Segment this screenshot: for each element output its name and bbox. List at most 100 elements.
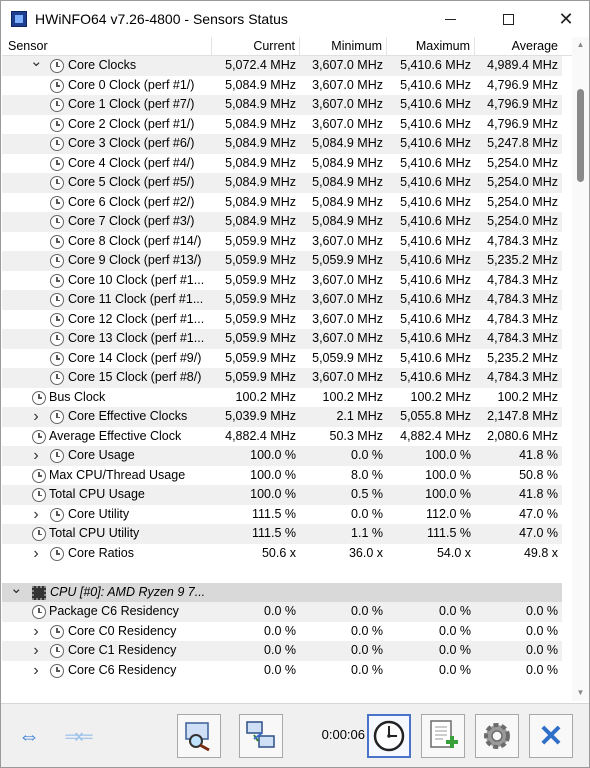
sensor-row[interactable]: › Core Usage 100.0 % 0.0 % 100.0 % 41.8 %: [2, 446, 562, 466]
sensor-group-header[interactable]: ⌄ CPU [#0]: AMD Ryzen 9 7...: [2, 582, 562, 603]
column-header-minimum[interactable]: Minimum: [300, 37, 387, 56]
column-header-current[interactable]: Current: [212, 37, 300, 56]
sensor-row[interactable]: Average Effective Clock 4,882.4 MHz 50.3 M…: [2, 427, 562, 447]
chevron-down-icon[interactable]: ⌄: [30, 56, 43, 76]
sensor-row[interactable]: Core 2 Clock (perf #1/) 5,084.9 MHz 3,607.…: [2, 115, 562, 135]
value-minimum: [300, 563, 387, 583]
chevron-right-icon[interactable]: ›: [30, 407, 42, 427]
close-sensors-button[interactable]: ✕: [529, 714, 573, 758]
scroll-down-icon[interactable]: ▼: [572, 685, 589, 701]
reset-timer-button[interactable]: [367, 714, 411, 758]
sensor-row[interactable]: Core 3 Clock (perf #6/) 5,084.9 MHz 5,084.…: [2, 134, 562, 154]
close-icon: ✕: [558, 9, 574, 29]
sensor-row[interactable]: Core 15 Clock (perf #8/) 5,059.9 MHz 3,607…: [2, 368, 562, 388]
sensor-row[interactable]: Core 8 Clock (perf #14/) 5,059.9 MHz 3,607…: [2, 232, 562, 252]
sensor-row[interactable]: Core 11 Clock (perf #1... 5,059.9 MHz 3,60…: [2, 290, 562, 310]
sensor-row[interactable]: › Core C0 Residency 0.0 % 0.0 % 0.0 % 0.0 %: [2, 622, 562, 642]
value-maximum: 5,410.6 MHz: [400, 155, 471, 170]
sensor-row[interactable]: Core 0 Clock (perf #1/) 5,084.9 MHz 3,607.…: [2, 76, 562, 96]
value-minimum: 5,084.9 MHz: [312, 136, 383, 150]
value-current: [212, 583, 300, 603]
value-maximum: 111.5 %: [426, 526, 471, 540]
close-x-icon: ✕: [538, 719, 564, 753]
sensor-name-cell: Core 8 Clock (perf #14/): [2, 232, 212, 252]
sensor-row[interactable]: Max CPU/Thread Usage 100.0 % 8.0 % 100.0 % 5…: [2, 466, 562, 486]
sensor-row[interactable]: Package C6 Residency 0.0 % 0.0 % 0.0 % 0.0 %: [2, 602, 562, 622]
value-minimum: 8.0 %: [351, 467, 383, 482]
sensor-row[interactable]: Core 1 Clock (perf #7/) 5,084.9 MHz 3,607.…: [2, 95, 562, 115]
sensor-clock-icon: [50, 195, 64, 210]
collapse-columns-button[interactable]: ⇒⇐: [55, 714, 99, 758]
sensor-row[interactable]: Core 14 Clock (perf #9/) 5,059.9 MHz 5,059…: [2, 349, 562, 369]
sensor-row[interactable]: [2, 563, 562, 583]
value-average: 0.0 %: [526, 623, 558, 638]
sensor-row[interactable]: Core 6 Clock (perf #2/) 5,084.9 MHz 5,084.…: [2, 193, 562, 213]
value-average: 41.8 %: [519, 487, 558, 501]
value-minimum: 100.2 MHz: [322, 389, 383, 404]
maximize-button[interactable]: [485, 1, 531, 37]
sensor-row[interactable]: Core 10 Clock (perf #1... 5,059.9 MHz 3,60…: [2, 271, 562, 291]
value-minimum: [300, 583, 387, 603]
sensor-row[interactable]: Core 12 Clock (perf #1... 5,059.9 MHz 3,60…: [2, 310, 562, 330]
sensor-name-cell: Package C6 Residency: [2, 602, 212, 622]
sensor-clock-icon: [50, 215, 64, 229]
sensor-row[interactable]: › Core C6 Residency 0.0 % 0.0 % 0.0 % 0.0 %: [2, 661, 562, 681]
sensor-row[interactable]: Total CPU Usage 100.0 % 0.5 % 100.0 % 41.8 %: [2, 485, 562, 505]
sensor-label: Core 15 Clock (perf #8/): [68, 370, 202, 384]
column-header-sensor[interactable]: Sensor: [2, 37, 212, 56]
sensor-row[interactable]: Core 13 Clock (perf #1... 5,059.9 MHz 3,60…: [2, 329, 562, 349]
sensor-row[interactable]: Total CPU Utility 111.5 % 1.1 % 111.5 % 47.0…: [2, 524, 562, 544]
sensor-row[interactable]: Core 7 Clock (perf #3/) 5,084.9 MHz 5,084.…: [2, 212, 562, 232]
chevron-right-icon[interactable]: ›: [30, 505, 42, 525]
logging-button[interactable]: [421, 714, 465, 758]
close-window-button[interactable]: ✕: [543, 1, 589, 37]
value-maximum: 5,410.6 MHz: [400, 97, 471, 111]
chevron-right-icon[interactable]: ›: [30, 641, 42, 661]
network-button[interactable]: [239, 714, 283, 758]
sensor-label: Core 0 Clock (perf #1/): [68, 77, 195, 92]
sensor-label: Core Utility: [68, 506, 130, 521]
sensor-clock-icon: [50, 546, 64, 561]
vertical-scrollbar[interactable]: ▲ ▼: [572, 37, 589, 701]
sensor-search-button[interactable]: [177, 714, 221, 758]
sensor-label: Core 1 Clock (perf #7/): [68, 97, 195, 111]
sensor-row[interactable]: › Core Utility 111.5 % 0.0 % 112.0 % 47.0 %: [2, 505, 562, 525]
sensor-clock-icon: [50, 332, 64, 346]
value-average: 49.8 x: [523, 545, 558, 560]
sensor-clock-icon: [50, 176, 64, 190]
sensor-row[interactable]: › Core C1 Residency 0.0 % 0.0 % 0.0 % 0.0 %: [2, 641, 562, 661]
column-header-maximum[interactable]: Maximum: [387, 37, 475, 56]
sensor-row[interactable]: Core 9 Clock (perf #13/) 5,059.9 MHz 5,059…: [2, 251, 562, 271]
value-maximum: 4,882.4 MHz: [400, 428, 471, 443]
scroll-up-icon[interactable]: ▲: [572, 37, 589, 53]
sensor-name-cell: Total CPU Usage: [2, 485, 212, 505]
chevron-right-icon[interactable]: ›: [30, 446, 42, 466]
sensor-row[interactable]: › Core Effective Clocks 5,039.9 MHz 2.1 MHz…: [2, 407, 562, 427]
sensor-row[interactable]: Core 4 Clock (perf #4/) 5,084.9 MHz 5,084.…: [2, 154, 562, 174]
value-maximum: 112.0 %: [426, 506, 471, 521]
sensor-row[interactable]: Bus Clock 100.2 MHz 100.2 MHz 100.2 MHz 100.…: [2, 388, 562, 408]
value-average: 0.0 %: [526, 662, 558, 677]
sensor-clock-icon: [50, 117, 64, 132]
sensor-clock-icon: [50, 663, 64, 678]
column-header-average[interactable]: Average: [475, 37, 562, 56]
minimize-button[interactable]: [427, 1, 473, 37]
sensor-label: Core 5 Clock (perf #5/): [68, 175, 195, 189]
chevron-right-icon[interactable]: ›: [30, 544, 42, 564]
value-minimum: 1.1 %: [351, 526, 383, 540]
value-minimum: 3,607.0 MHz: [312, 272, 383, 287]
sensor-row[interactable]: ⌄ Core Clocks 5,072.4 MHz 3,607.0 MHz 5,410.…: [2, 56, 562, 76]
chevron-right-icon[interactable]: ›: [30, 661, 42, 681]
sensor-row[interactable]: › Core Ratios 50.6 x 36.0 x 54.0 x 49.8 x: [2, 544, 562, 564]
settings-button[interactable]: [475, 714, 519, 758]
sensor-label: Core C6 Residency: [68, 662, 177, 677]
sensor-label: Core 11 Clock (perf #1...: [68, 292, 204, 306]
value-average: 4,796.9 MHz: [487, 97, 558, 111]
chevron-down-icon[interactable]: ⌄: [10, 583, 23, 603]
scrollbar-thumb[interactable]: [577, 89, 584, 182]
chevron-right-icon[interactable]: ›: [30, 622, 42, 642]
expand-columns-button[interactable]: ⇔: [5, 714, 49, 758]
sensor-row[interactable]: Core 5 Clock (perf #5/) 5,084.9 MHz 5,084.…: [2, 173, 562, 193]
value-current: 5,084.9 MHz: [225, 175, 296, 189]
value-minimum: 0.0 %: [351, 623, 383, 638]
